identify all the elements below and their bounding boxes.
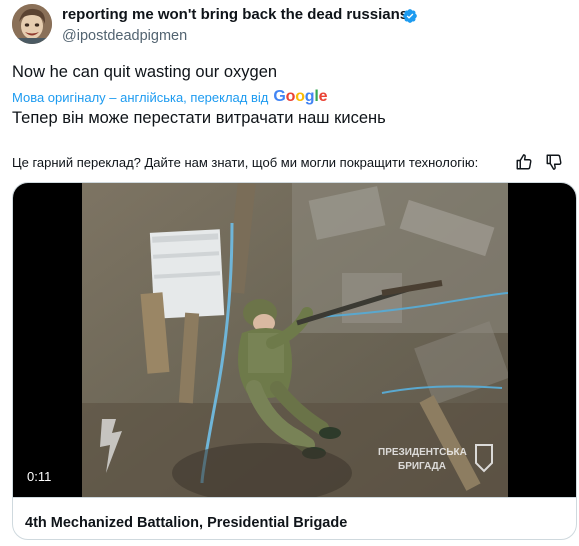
watermark-line2: БРИГАДА: [398, 461, 446, 472]
card-divider: [13, 497, 576, 498]
thumbs-down-icon[interactable]: [545, 153, 563, 171]
display-name[interactable]: reporting me won't bring back the dead r…: [62, 6, 408, 23]
translated-text: Тепер він може перестати витрачати наш к…: [12, 109, 386, 127]
thumbs-up-icon[interactable]: [515, 153, 533, 171]
card-title[interactable]: 4th Mechanized Battalion, Presidential B…: [25, 515, 347, 531]
translation-feedback-question: Це гарний переклад? Дайте нам знати, щоб…: [12, 155, 479, 170]
tweet-embed: reporting me won't bring back the dead r…: [0, 0, 579, 546]
tweet-text: Now he can quit wasting our oxygen: [12, 63, 278, 81]
video-player[interactable]: ПРЕЗИДЕНТСЬКА БРИГАДА 0:11: [13, 183, 576, 497]
handle[interactable]: @ipostdeadpigmen: [62, 28, 187, 44]
verified-badge-icon: [403, 9, 417, 23]
watermark-line1: ПРЕЗИДЕНТСЬКА: [378, 447, 467, 458]
translation-attribution[interactable]: Мова оригіналу – англійська, переклад ві…: [12, 88, 328, 106]
translation-note[interactable]: Мова оригіналу – англійська, переклад ві…: [12, 90, 268, 105]
avatar[interactable]: [12, 4, 52, 44]
video-frame: ПРЕЗИДЕНТСЬКА БРИГАДА: [82, 183, 508, 497]
video-duration: 0:11: [27, 469, 52, 484]
google-logo: Google: [273, 88, 328, 105]
media-card[interactable]: ПРЕЗИДЕНТСЬКА БРИГАДА 0:11 4th Mechanize…: [12, 182, 577, 540]
